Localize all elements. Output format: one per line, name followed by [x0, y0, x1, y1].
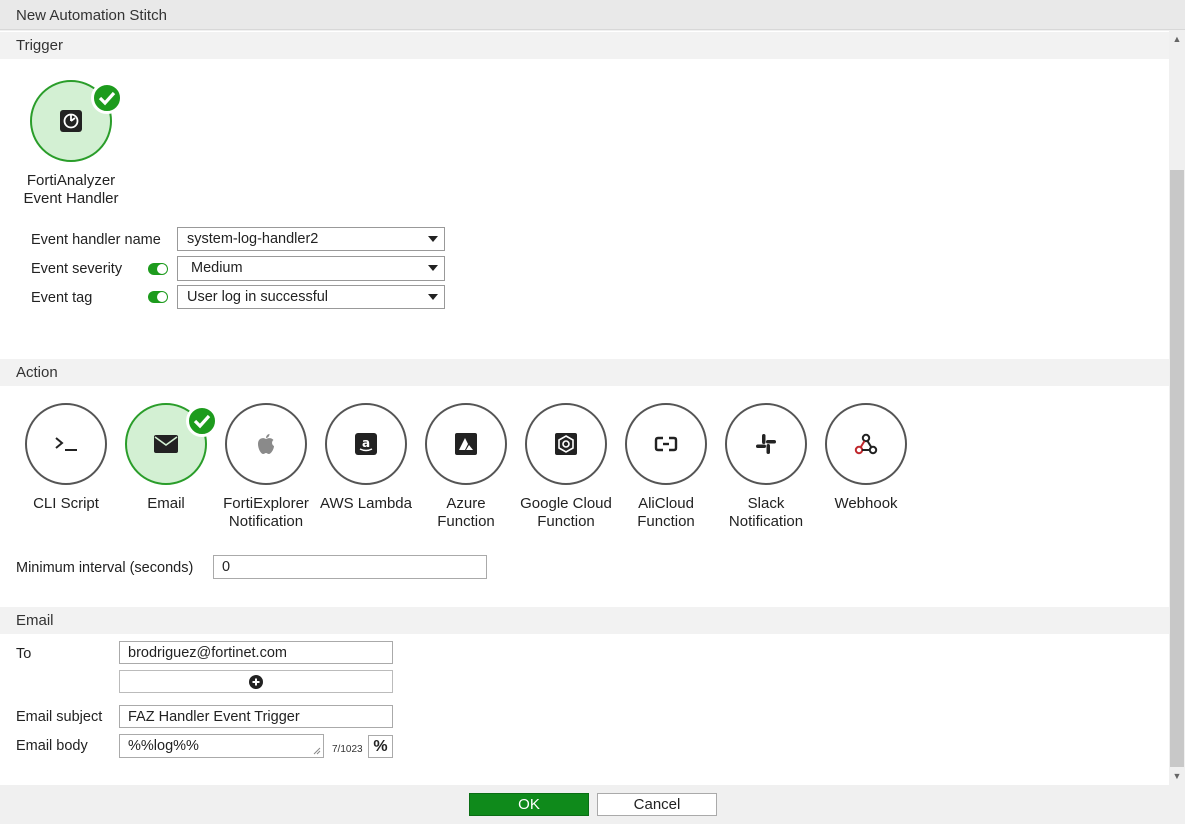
google-cloud-icon — [555, 433, 577, 455]
scroll-down-icon[interactable]: ▼ — [1170, 769, 1184, 783]
alicloud-icon — [654, 436, 678, 452]
event-handler-name-label: Event handler name — [31, 232, 161, 248]
action-azure-function[interactable] — [425, 403, 507, 485]
action-slack-notification[interactable] — [725, 403, 807, 485]
action-section-header: Action — [0, 359, 1169, 386]
action-alicloud-function[interactable] — [625, 403, 707, 485]
action-label-aws-lambda: AWS Lambda — [311, 495, 421, 513]
email-to-label: To — [16, 646, 32, 662]
event-tag-label: Event tag — [31, 290, 93, 306]
action-label-line2: Function — [437, 513, 495, 530]
event-severity-select[interactable]: Medium — [177, 256, 445, 281]
trigger-section-title: Trigger — [16, 37, 63, 54]
azure-icon — [455, 433, 477, 455]
action-webhook[interactable] — [825, 403, 907, 485]
trigger-label: FortiAnalyzer Event Handler — [16, 172, 126, 208]
action-label-line1: Slack — [747, 495, 785, 512]
terminal-icon — [55, 437, 77, 451]
action-label-slack: Slack Notification — [711, 495, 821, 531]
trigger-section-header: Trigger — [0, 32, 1169, 59]
scroll-up-icon[interactable]: ▲ — [1170, 32, 1184, 46]
window-title: New Automation Stitch — [16, 7, 167, 24]
faz-event-handler-icon — [60, 110, 82, 132]
window-titlebar: New Automation Stitch — [0, 0, 1185, 30]
slack-icon — [756, 434, 776, 454]
action-label-line1: Azure — [446, 495, 486, 512]
scrollbar-thumb[interactable] — [1170, 170, 1184, 767]
event-tag-toggle[interactable] — [148, 291, 168, 303]
event-tag-value: User log in successful — [187, 289, 329, 305]
email-to-input[interactable]: brodriguez@fortinet.com — [119, 641, 393, 664]
svg-text:a: a — [362, 436, 370, 450]
action-label-line1: CLI Script — [33, 495, 99, 512]
trigger-selected-check-icon — [91, 82, 123, 114]
email-section-header: Email — [0, 607, 1169, 634]
email-body-textarea[interactable]: %%log%% — [119, 734, 324, 758]
event-severity-label: Event severity — [31, 261, 123, 277]
action-label-line1: FortiExplorer — [223, 495, 309, 512]
action-label-webhook: Webhook — [811, 495, 921, 513]
minimum-interval-label: Minimum interval (seconds) — [16, 560, 194, 576]
event-tag-select[interactable]: User log in successful — [177, 285, 445, 309]
event-handler-name-select[interactable]: system-log-handler2 — [177, 227, 445, 251]
email-body-label: Email body — [16, 738, 88, 754]
email-body-char-count: 7/1023 — [332, 744, 363, 755]
chevron-down-icon — [428, 294, 438, 300]
event-handler-name-value: system-log-handler2 — [187, 231, 319, 247]
email-subject-label: Email subject — [16, 709, 103, 725]
resize-handle-icon[interactable] — [313, 747, 321, 755]
stitch-form-panel: Trigger FortiAnalyzer Event Handler Even… — [0, 31, 1169, 785]
action-label-fortiexplorer: FortiExplorer Notification — [211, 495, 321, 531]
ok-button[interactable]: OK — [469, 793, 589, 816]
action-label-google-cloud: Google Cloud Function — [511, 495, 621, 531]
action-aws-lambda[interactable]: a — [325, 403, 407, 485]
action-label-line2: Notification — [228, 513, 304, 530]
email-subject-value: FAZ Handler Event Trigger — [128, 709, 300, 725]
action-section-title: Action — [16, 364, 58, 381]
action-label-email: Email — [111, 495, 221, 513]
trigger-label-line1: FortiAnalyzer — [26, 172, 116, 189]
action-label-line1: AliCloud — [638, 495, 694, 512]
chevron-down-icon — [428, 265, 438, 271]
plus-circle-icon — [249, 675, 263, 689]
event-severity-toggle[interactable] — [148, 263, 168, 275]
action-label-line1: Google Cloud — [520, 495, 612, 512]
action-selected-check-icon — [186, 405, 218, 437]
email-section-title: Email — [16, 612, 54, 629]
action-label-line2: Notification — [728, 513, 804, 530]
dialog-footer: OK Cancel — [0, 785, 1185, 824]
amazon-icon: a — [355, 433, 377, 455]
minimum-interval-input[interactable]: 0 — [213, 555, 487, 579]
action-label-line1: AWS Lambda — [320, 495, 412, 512]
chevron-down-icon — [428, 236, 438, 242]
action-label-line1: Webhook — [834, 495, 898, 512]
insert-macro-button[interactable]: % — [368, 735, 393, 758]
trigger-label-line2: Event Handler — [23, 190, 119, 207]
action-label-cli-script: CLI Script — [11, 495, 121, 513]
webhook-icon — [854, 433, 878, 455]
event-severity-value: Medium — [191, 260, 243, 276]
email-subject-input[interactable]: FAZ Handler Event Trigger — [119, 705, 393, 728]
action-label-line2: Function — [637, 513, 695, 530]
action-label-line2: Function — [537, 513, 595, 530]
action-label-azure: Azure Function — [411, 495, 521, 531]
minimum-interval-value: 0 — [222, 559, 231, 575]
action-fortiexplorer-notification[interactable] — [225, 403, 307, 485]
action-label-alicloud: AliCloud Function — [611, 495, 721, 531]
cancel-button[interactable]: Cancel — [597, 793, 717, 816]
apple-icon — [258, 434, 274, 454]
action-cli-script[interactable] — [25, 403, 107, 485]
envelope-icon — [154, 435, 178, 453]
action-google-cloud-function[interactable] — [525, 403, 607, 485]
email-body-value: %%log%% — [128, 738, 199, 754]
action-label-line1: Email — [147, 495, 185, 512]
add-recipient-button[interactable] — [119, 670, 393, 693]
email-to-value: brodriguez@fortinet.com — [128, 645, 287, 661]
